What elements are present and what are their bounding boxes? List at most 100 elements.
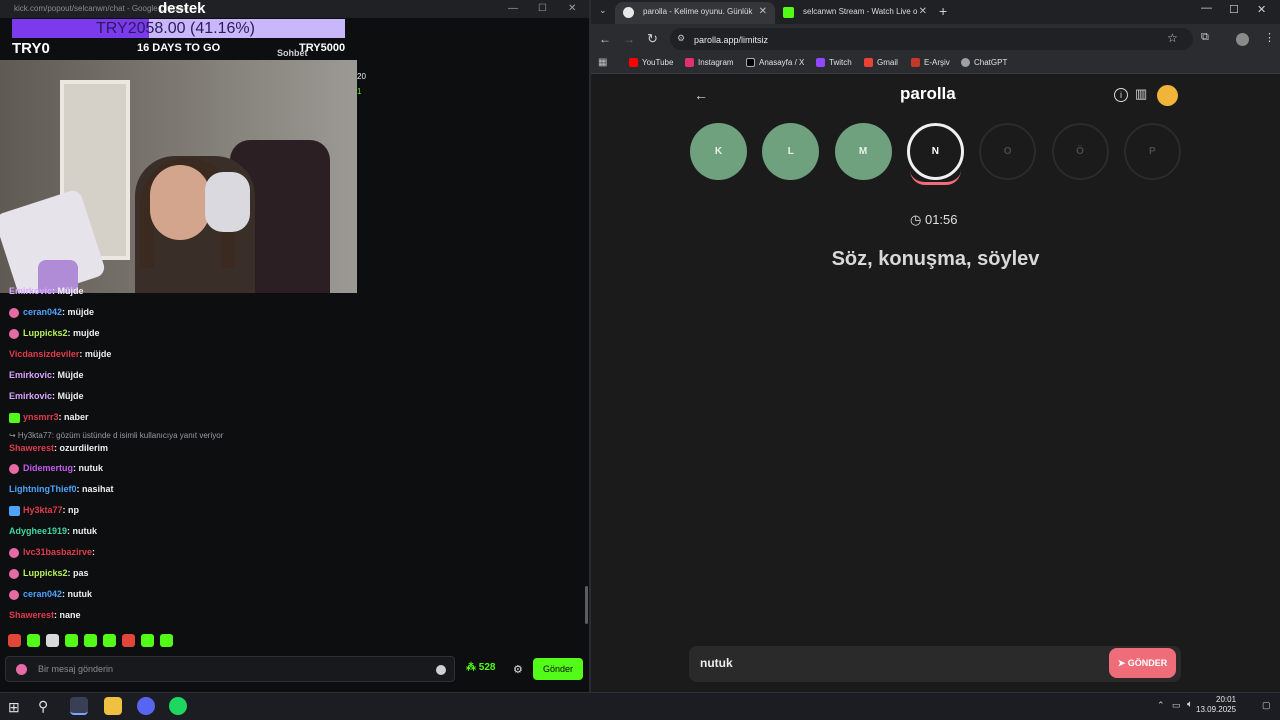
chat-input[interactable]: Bir mesaj gönderin — [5, 656, 455, 682]
win-maximize-icon[interactable]: ☐ — [1229, 3, 1239, 16]
bookmark-star-icon[interactable]: ☆ — [1167, 31, 1178, 45]
tab-strip: ⌄ parolla - Kelime oyunu. Günlük ✕ selca… — [591, 0, 1280, 24]
chat-username[interactable]: Hy3kta77 — [23, 505, 63, 515]
chat-text: : — [92, 547, 96, 557]
tab-kick[interactable]: selcanwn Stream - Watch Live o ✕ — [775, 2, 935, 24]
close-icon[interactable]: ✕ — [568, 0, 576, 18]
points-value: 528 — [478, 662, 496, 673]
chat-username[interactable]: ceran042 — [23, 589, 62, 599]
chat-username[interactable]: ceran042 — [23, 307, 62, 317]
answer-value: nutuk — [700, 656, 733, 670]
chat-username[interactable]: ynsmrr3 — [23, 412, 59, 422]
windows-start-icon[interactable]: ⊞ — [8, 699, 20, 716]
reload-icon[interactable]: ↻ — [647, 31, 658, 47]
tab-parolla[interactable]: parolla - Kelime oyunu. Günlük ✕ — [615, 2, 775, 24]
win-minimize-icon[interactable]: — — [1201, 2, 1212, 14]
tab-close-icon[interactable]: ✕ — [919, 2, 927, 22]
chat-text: : ozurdilerim — [54, 443, 109, 453]
chat-username[interactable]: Shawerest — [9, 610, 54, 620]
bookmark-x[interactable]: Anasayfa / X — [746, 58, 804, 68]
chat-text: : naber — [58, 412, 89, 422]
chat-username[interactable]: Emirkovic — [9, 391, 52, 401]
chat-username[interactable]: Emirkovic — [9, 370, 52, 380]
chat-username[interactable]: Didemertug — [23, 463, 73, 473]
game-back-icon[interactable]: ← — [694, 87, 708, 103]
parolla-logo: parolla — [900, 84, 956, 103]
spotify-icon[interactable] — [169, 697, 187, 715]
forward-icon[interactable]: → — [623, 32, 635, 46]
search-icon[interactable]: ⚲ — [38, 698, 48, 715]
tray-chevron-icon[interactable]: ⌃ — [1157, 700, 1165, 711]
chat-username[interactable]: Emirkovic — [9, 286, 52, 296]
answer-input[interactable] — [689, 646, 1181, 682]
tab-search-icon[interactable]: ⌄ — [599, 5, 607, 16]
timer: ◷ 01:56 — [910, 212, 958, 228]
site-info-icon[interactable]: ⚙ — [677, 33, 685, 44]
network-icon[interactable]: ▭ — [1172, 700, 1181, 711]
settings-gear-icon[interactable]: ⚙ — [513, 663, 523, 676]
user-badge-icon — [9, 463, 19, 474]
letter-circle-n: N — [906, 123, 964, 185]
chat-username[interactable]: Luppicks2 — [23, 328, 68, 338]
stats-icon[interactable]: ▥ — [1135, 86, 1147, 102]
chat-message: lvc31basbazirve: — [9, 547, 95, 558]
popout-titlebar: kick.com/popout/selcanwn/chat - Google C… — [0, 0, 589, 18]
bookmark-gmail[interactable]: Gmail — [864, 58, 898, 68]
tab-close-icon[interactable]: ✕ — [759, 2, 767, 22]
goal-days: 16 DAYS TO GO — [137, 42, 221, 54]
bookmark-earsiv[interactable]: E-Arşiv — [911, 58, 950, 68]
letter-circle-m: M — [834, 123, 892, 180]
discord-icon[interactable] — [137, 697, 155, 715]
answer-send-button[interactable]: ➤ GÖNDER — [1109, 648, 1176, 678]
chat-text: : müjde — [79, 349, 112, 359]
minimize-icon[interactable]: — — [508, 0, 518, 18]
emote-bar[interactable] — [8, 634, 179, 649]
chat-text: : nutuk — [62, 589, 93, 599]
youtube-icon — [629, 58, 638, 68]
chat-username[interactable]: LightningThief0 — [9, 484, 77, 494]
bookmark-instagram[interactable]: Instagram — [685, 58, 734, 68]
clock-icon: ◷ — [910, 212, 925, 227]
chat-message: Shawerest: ozurdilerim — [9, 443, 108, 453]
maximize-icon[interactable]: ☐ — [538, 0, 547, 18]
system-clock[interactable]: 20:01 13.09.2025 — [1196, 695, 1236, 715]
streamer-face — [150, 165, 210, 240]
taskbar — [0, 692, 1280, 720]
chat-username[interactable]: Vicdansizdeviler — [9, 349, 79, 359]
tab-parolla-title: parolla - Kelime oyunu. Günlük — [643, 7, 753, 16]
emoji-icon[interactable] — [436, 665, 446, 675]
file-explorer-icon[interactable] — [104, 697, 122, 715]
chat-username[interactable]: Adyghee1919 — [9, 526, 67, 536]
timer-value: 01:56 — [924, 212, 958, 227]
chat-scrollbar[interactable] — [585, 586, 588, 624]
menu-dots-icon[interactable]: ⋮ — [1264, 31, 1275, 44]
user-avatar[interactable] — [1157, 85, 1178, 106]
user-badge-icon — [9, 412, 20, 423]
profile-avatar[interactable] — [1236, 33, 1249, 46]
chrome-icon[interactable] — [70, 697, 88, 715]
notification-icon[interactable]: ▢ — [1262, 700, 1271, 711]
bookmark-twitch[interactable]: Twitch — [816, 58, 852, 68]
chat-send-button[interactable]: Gönder — [533, 658, 583, 680]
user-badge-icon — [16, 664, 27, 675]
apps-grid-icon[interactable]: ▦ — [598, 57, 607, 68]
back-icon[interactable]: ← — [599, 32, 611, 46]
info-icon[interactable]: i — [1114, 88, 1128, 102]
user-badge-icon — [9, 328, 19, 339]
chat-username[interactable]: Luppicks2 — [23, 568, 68, 578]
bookmark-youtube[interactable]: YouTube — [629, 58, 673, 68]
new-tab-icon[interactable]: + — [939, 3, 947, 19]
chat-username[interactable]: lvc31basbazirve — [23, 547, 92, 557]
bookmark-chatgpt[interactable]: ChatGPT — [961, 58, 1007, 68]
extensions-icon[interactable]: ⧉ — [1201, 31, 1209, 44]
channel-points[interactable]: ⁂ 528 — [466, 662, 495, 673]
goal-progress-bar: TRY2058.00 (41.16%) — [12, 19, 345, 38]
volume-icon[interactable]: 🔈︎ — [1187, 699, 1193, 710]
send-icon: ➤ — [1117, 658, 1128, 668]
win-close-icon[interactable]: ✕ — [1257, 3, 1266, 16]
earsiv-icon — [911, 58, 920, 68]
answer-send-label: GÖNDER — [1127, 658, 1168, 668]
chat-text: : müjde — [62, 307, 95, 317]
chat-username[interactable]: Shawerest — [9, 443, 54, 453]
goal-start: TRY0 — [12, 40, 50, 57]
